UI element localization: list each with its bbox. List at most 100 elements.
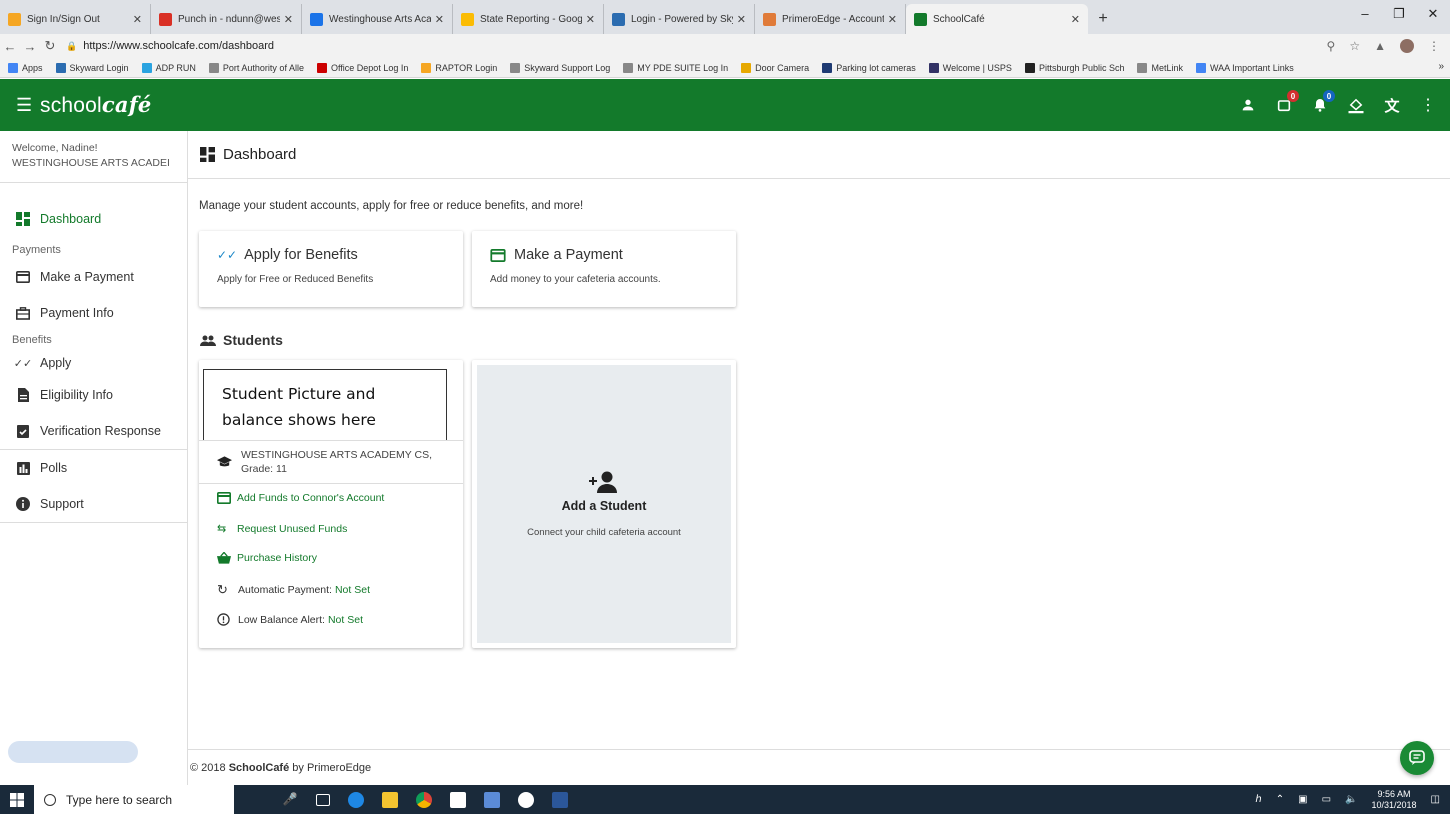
schoolcafe-logo[interactable]: schoolcafé — [40, 92, 152, 118]
browser-tab[interactable]: Sign In/Sign Out ✕ — [0, 4, 151, 34]
url-field[interactable]: 🔒 https://www.schoolcafe.com/dashboard — [66, 40, 1327, 52]
bookmark-icon — [421, 62, 432, 73]
tab-close-icon[interactable]: ✕ — [133, 13, 142, 26]
gmail-favicon-icon — [159, 12, 172, 26]
bookmark-item[interactable]: RAPTOR Login — [421, 62, 497, 73]
cart-icon[interactable]: 0 — [1274, 90, 1299, 115]
more-vert-icon[interactable]: ⋮ — [1418, 95, 1438, 115]
sidebar-item-make-payment[interactable]: Make a Payment — [0, 259, 187, 295]
tab-close-icon[interactable]: ✕ — [435, 13, 444, 26]
chat-fab-button[interactable] — [1400, 741, 1434, 775]
key-icon[interactable]: ⚲ — [1327, 39, 1336, 53]
sidebar-group-benefits: Benefits — [12, 334, 52, 346]
hamburger-menu-icon[interactable]: ☰ — [16, 95, 36, 116]
sidebar-item-eligibility[interactable]: Eligibility Info — [0, 377, 187, 413]
extension-icon[interactable]: ▲ — [1374, 39, 1386, 53]
bookmark-item[interactable]: Skyward Login — [55, 62, 129, 73]
placeholder-line: balance shows here — [222, 411, 376, 429]
app-header: ☰ schoolcafé 0 0 文 ⋮ — [0, 79, 1450, 131]
intro-text: Manage your student accounts, apply for … — [199, 200, 584, 212]
sidebar-item-polls[interactable]: Polls — [0, 450, 187, 486]
browser-tab[interactable]: Westinghouse Arts Academy Cha ✕ — [302, 4, 453, 34]
taskbar-search-input[interactable]: Type here to search — [34, 785, 234, 814]
profile-avatar-icon[interactable] — [1400, 39, 1414, 53]
url-text[interactable]: https://www.schoolcafe.com/dashboard — [83, 40, 274, 52]
reload-icon[interactable]: ↻ — [40, 38, 60, 54]
bookmark-label: Parking lot cameras — [836, 62, 916, 73]
browser-tab[interactable]: Punch in - ndunn@westinghouse ✕ — [151, 4, 302, 34]
add-student-card[interactable]: Add a Student Connect your child cafeter… — [472, 360, 736, 648]
bookmark-item[interactable]: Door Camera — [741, 62, 809, 73]
new-tab-button[interactable]: + — [1088, 4, 1118, 34]
edge-icon[interactable] — [348, 791, 364, 808]
theme-fill-icon[interactable] — [1346, 95, 1366, 115]
bookmark-item[interactable]: Office Depot Log In — [316, 62, 408, 73]
automatic-payment-value[interactable]: Not Set — [335, 584, 370, 596]
low-balance-value[interactable]: Not Set — [328, 614, 363, 626]
sidebar-item-apply[interactable]: ✓✓ Apply — [0, 349, 187, 377]
file-explorer-icon[interactable] — [382, 791, 398, 808]
sidebar-item-support[interactable]: Support — [0, 486, 187, 522]
show-hidden-icon[interactable]: ⌃ — [1276, 794, 1284, 805]
app-icon[interactable] — [484, 791, 500, 808]
browser-tab[interactable]: Login - Powered by Skyward ✕ — [604, 4, 755, 34]
bookmarks-overflow-icon[interactable]: » — [1438, 61, 1444, 72]
bookmark-item[interactable]: MY PDE SUITE Log In — [623, 62, 728, 73]
sidebar-item-verification[interactable]: Verification Response — [0, 413, 187, 449]
browser-tab[interactable]: State Reporting - Google Drive ✕ — [453, 4, 604, 34]
tab-close-icon[interactable]: ✕ — [737, 13, 746, 26]
settings-app-icon[interactable] — [518, 791, 534, 808]
make-payment-card[interactable]: Make a Payment Add money to your cafeter… — [472, 231, 736, 307]
clock[interactable]: 9:56 AM 10/31/2018 — [1372, 789, 1417, 811]
purchase-history-link[interactable]: Purchase History — [217, 552, 317, 564]
windows-start-icon[interactable] — [0, 792, 34, 807]
sidebar: Welcome, Nadine! WESTINGHOUSE ARTS ACADE… — [0, 131, 188, 785]
bookmark-item[interactable]: Apps — [8, 62, 43, 73]
forward-icon[interactable]: → — [20, 39, 40, 54]
browser-tab[interactable]: PrimeroEdge - Accounts ✕ — [755, 4, 906, 34]
translate-icon[interactable]: 文 — [1382, 95, 1402, 115]
word-icon[interactable] — [552, 791, 568, 808]
request-unused-funds-link[interactable]: ⇆ Request Unused Funds — [217, 522, 347, 536]
people-icon — [200, 335, 216, 346]
bookmark-item[interactable]: Skyward Support Log — [510, 62, 610, 73]
tab-close-icon[interactable]: ✕ — [1071, 13, 1080, 26]
account-icon[interactable] — [1238, 95, 1258, 115]
floating-toolbar[interactable] — [8, 741, 138, 763]
tab-close-icon[interactable]: ✕ — [284, 13, 293, 26]
notifications-icon[interactable]: 0 — [1310, 90, 1335, 115]
battery-icon[interactable]: ▭ — [1322, 794, 1331, 805]
apply-benefits-card[interactable]: ✓✓ Apply for Benefits Apply for Free or R… — [199, 231, 463, 307]
bookmark-item[interactable]: Port Authority of Alle — [208, 62, 304, 73]
volume-icon[interactable]: 🔈 — [1345, 794, 1357, 805]
bookmark-label: Port Authority of Alle — [222, 62, 304, 73]
browser-tab[interactable]: SchoolCafé ✕ — [906, 4, 1088, 34]
restore-icon[interactable]: ❐ — [1382, 0, 1416, 30]
sidebar-item-dashboard[interactable]: Dashboard — [0, 201, 187, 237]
star-icon[interactable]: ☆ — [1349, 39, 1360, 53]
action-center-icon[interactable]: ◫ — [1431, 794, 1440, 805]
back-icon[interactable]: ← — [0, 39, 20, 54]
alert-circle-icon — [217, 613, 231, 626]
bookmark-item[interactable]: Pittsburgh Public Sch — [1024, 62, 1124, 73]
mail-icon[interactable] — [450, 791, 466, 808]
bookmark-item[interactable]: MetLink — [1137, 62, 1183, 73]
tab-close-icon[interactable]: ✕ — [586, 13, 595, 26]
tab-close-icon[interactable]: ✕ — [888, 13, 897, 26]
task-view-icon[interactable] — [316, 793, 330, 806]
bookmark-item[interactable]: Parking lot cameras — [822, 62, 916, 73]
browser-menu-icon[interactable]: ⋮ — [1428, 39, 1440, 53]
network-icon[interactable]: ▣ — [1298, 794, 1307, 805]
add-funds-link[interactable]: Add Funds to Connor's Account — [217, 492, 384, 504]
people-tray-icon[interactable]: ℎ — [1255, 794, 1261, 805]
bookmark-item[interactable]: ADP RUN — [141, 62, 196, 73]
microphone-icon[interactable]: 🎤 — [282, 792, 298, 808]
bookmark-item[interactable]: Welcome | USPS — [928, 62, 1012, 73]
minimize-icon[interactable]: – — [1348, 0, 1382, 30]
bookmark-item[interactable]: WAA Important Links — [1196, 62, 1294, 73]
close-window-icon[interactable]: ✕ — [1416, 0, 1450, 30]
welcome-block: Welcome, Nadine! WESTINGHOUSE ARTS ACADE… — [0, 131, 187, 183]
sidebar-item-payment-info[interactable]: Payment Info — [0, 295, 187, 331]
add-person-icon — [589, 471, 619, 493]
chrome-icon[interactable] — [416, 791, 432, 808]
